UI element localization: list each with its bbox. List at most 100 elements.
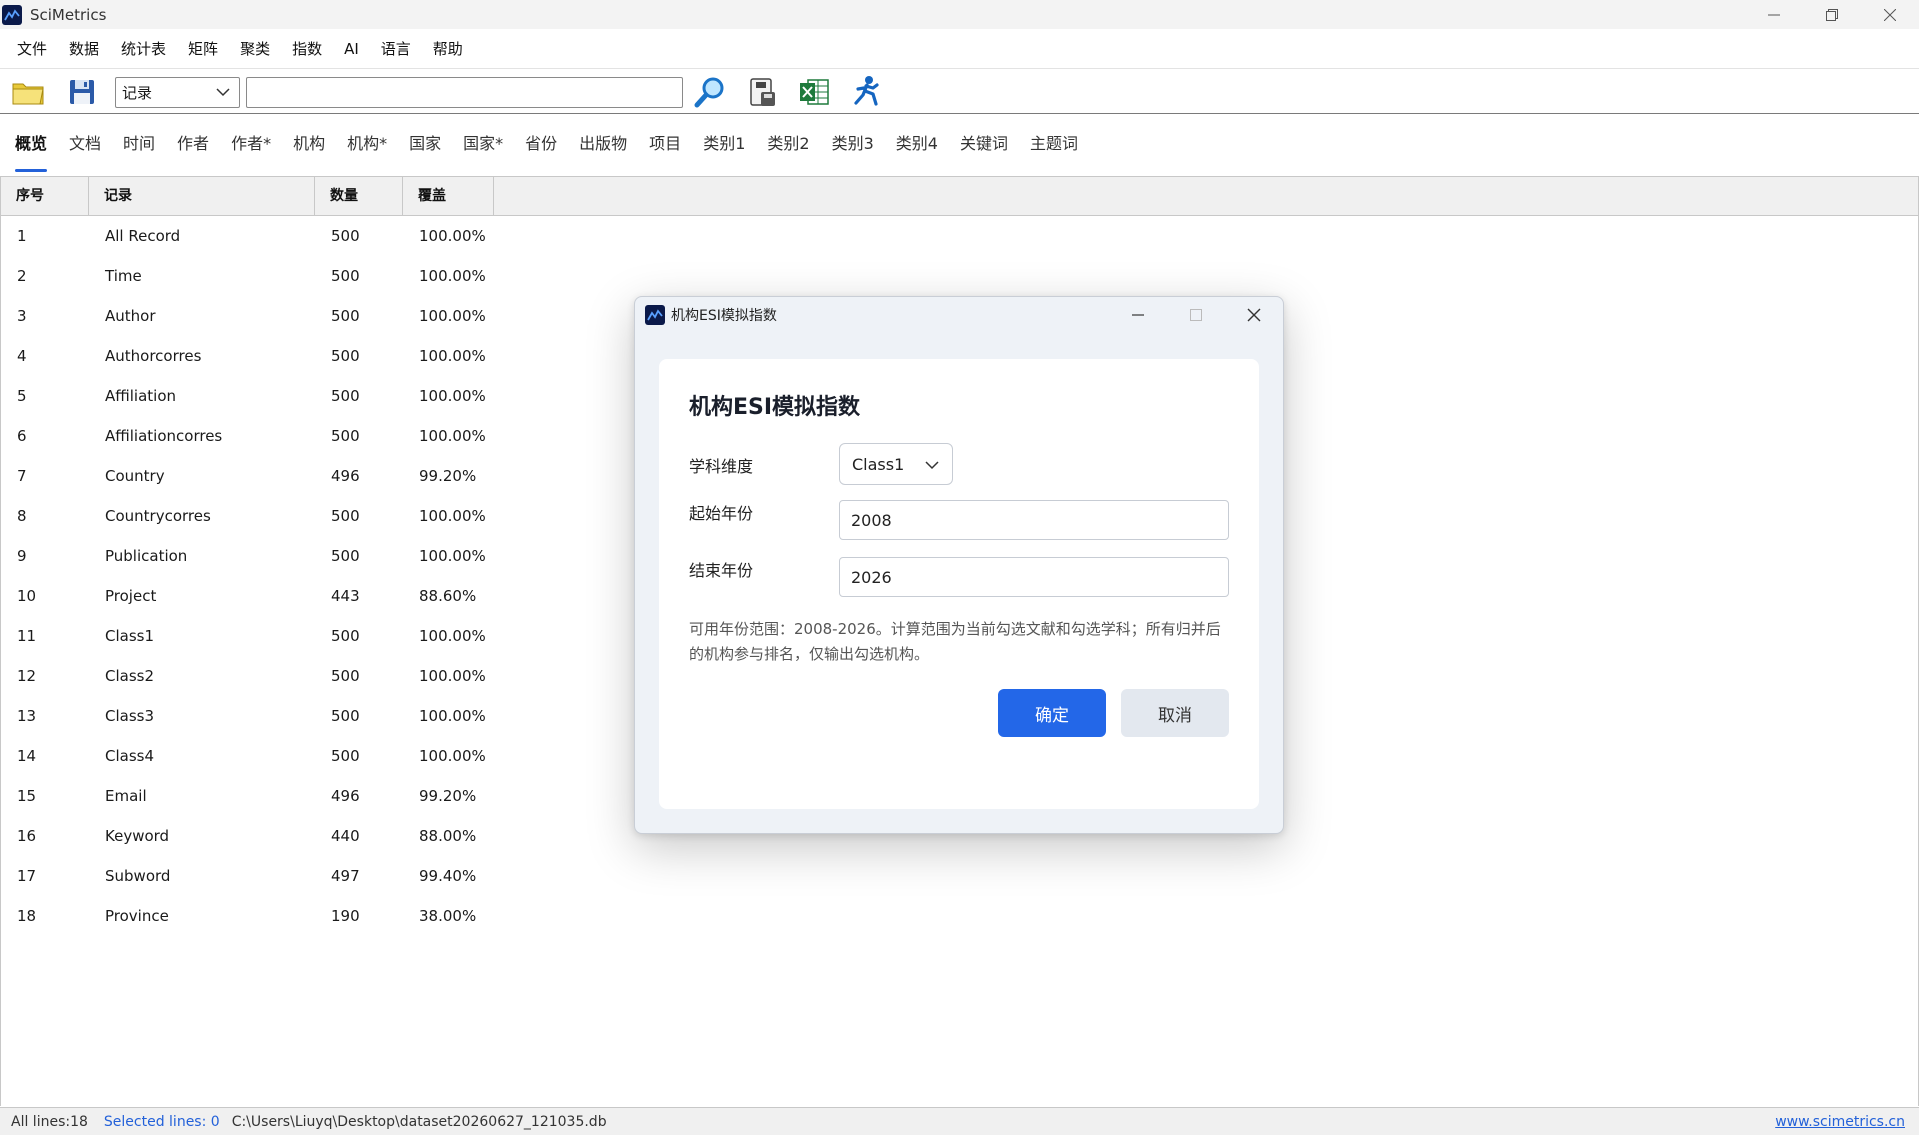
cell-coverage: 99.20% <box>419 467 477 485</box>
database-save-icon[interactable] <box>742 72 782 112</box>
tab-class1[interactable]: 类别1 <box>692 116 756 176</box>
cell-record: Class1 <box>105 627 155 645</box>
tab-publication[interactable]: 出版物 <box>568 116 638 176</box>
menu-data[interactable]: 数据 <box>58 29 110 69</box>
cell-record: Countrycorres <box>105 507 211 525</box>
title-bar: SciMetrics <box>0 0 1919 29</box>
dialog-maximize-button[interactable] <box>1167 297 1225 333</box>
cell-record: Authorcorres <box>105 347 202 365</box>
menu-matrix[interactable]: 矩阵 <box>177 29 229 69</box>
table-row[interactable]: 1 All Record 500 100.00% <box>1 216 1918 256</box>
cell-count: 500 <box>331 627 360 645</box>
run-person-icon[interactable] <box>846 72 886 112</box>
restore-icon <box>1826 8 1838 21</box>
open-folder-icon[interactable] <box>8 72 48 112</box>
minimize-button[interactable] <box>1745 0 1803 29</box>
cell-coverage: 100.00% <box>419 267 486 285</box>
cell-record: Time <box>105 267 142 285</box>
table-row[interactable]: 18 Province 190 38.00% <box>1 896 1918 936</box>
cell-count: 497 <box>331 867 360 885</box>
cell-record: Email <box>105 787 147 805</box>
website-link[interactable]: www.scimetrics.cn <box>1775 1114 1905 1130</box>
cell-index: 2 <box>17 267 27 285</box>
cell-coverage: 100.00% <box>419 387 486 405</box>
tab-overview[interactable]: 概览 <box>4 116 58 176</box>
tab-class2[interactable]: 类别2 <box>756 116 820 176</box>
table-row[interactable]: 2 Time 500 100.00% <box>1 256 1918 296</box>
tab-country-star[interactable]: 国家* <box>452 116 514 176</box>
tab-country[interactable]: 国家 <box>398 116 452 176</box>
dialog-window-controls <box>1109 297 1283 333</box>
menu-language[interactable]: 语言 <box>370 29 422 69</box>
tab-class4[interactable]: 类别4 <box>885 116 949 176</box>
tab-affiliation[interactable]: 机构 <box>282 116 336 176</box>
search-input[interactable] <box>246 77 683 108</box>
dialog-title-bar: 机构ESI模拟指数 <box>635 297 1283 333</box>
end-year-input[interactable] <box>839 557 1229 597</box>
menu-ai[interactable]: AI <box>333 29 370 69</box>
tab-keyword[interactable]: 关键词 <box>949 116 1019 176</box>
dialog-minimize-button[interactable] <box>1109 297 1167 333</box>
start-year-input[interactable] <box>839 500 1229 540</box>
search-magnifier-icon[interactable] <box>690 72 730 112</box>
restore-button[interactable] <box>1803 0 1861 29</box>
cell-coverage: 99.40% <box>419 867 477 885</box>
app-title: SciMetrics <box>30 5 107 24</box>
subject-dimension-label: 学科维度 <box>689 457 754 476</box>
tab-project[interactable]: 项目 <box>638 116 692 176</box>
cell-index: 18 <box>17 907 37 925</box>
dialog-window-title: 机构ESI模拟指数 <box>671 308 777 324</box>
cell-coverage: 100.00% <box>419 507 486 525</box>
column-header-index[interactable]: 序号 <box>1 177 89 216</box>
cell-count: 500 <box>331 707 360 725</box>
cell-count: 496 <box>331 467 360 485</box>
cell-index: 7 <box>17 467 27 485</box>
tab-documents[interactable]: 文档 <box>58 116 112 176</box>
tab-subject-word[interactable]: 主题词 <box>1019 116 1089 176</box>
cell-count: 440 <box>331 827 360 845</box>
cell-count: 496 <box>331 787 360 805</box>
tab-author[interactable]: 作者 <box>166 116 220 176</box>
year-range-note: 可用年份范围：2008-2026。计算范围为当前勾选文献和勾选学科；所有归并后的… <box>689 620 1221 663</box>
column-header-count[interactable]: 数量 <box>315 177 403 216</box>
menu-stats-table[interactable]: 统计表 <box>110 29 177 69</box>
dialog-heading: 机构ESI模拟指数 <box>689 395 861 420</box>
subject-dimension-select[interactable]: Class1 <box>839 443 953 485</box>
close-icon <box>1247 308 1261 322</box>
confirm-button[interactable]: 确定 <box>998 689 1106 737</box>
tab-time[interactable]: 时间 <box>112 116 166 176</box>
cell-index: 3 <box>17 307 27 325</box>
esi-index-dialog: 机构ESI模拟指数 机构ESI模拟指数 学科维度 Class1 起始年份 结束年… <box>634 296 1284 834</box>
tab-bar: 概览 文档 时间 作者 作者* 机构 机构* 国家 国家* 省份 出版物 项目 … <box>0 116 1919 176</box>
field-select[interactable]: 记录 <box>115 77 240 108</box>
tab-class3[interactable]: 类别3 <box>821 116 885 176</box>
chevron-down-icon <box>925 461 939 470</box>
end-year-label: 结束年份 <box>689 561 754 580</box>
tab-affiliation-star[interactable]: 机构* <box>336 116 398 176</box>
menu-file[interactable]: 文件 <box>6 29 58 69</box>
dialog-close-button[interactable] <box>1225 297 1283 333</box>
menu-cluster[interactable]: 聚类 <box>229 29 281 69</box>
menu-help[interactable]: 帮助 <box>422 29 474 69</box>
menu-index[interactable]: 指数 <box>281 29 333 69</box>
save-icon[interactable] <box>62 72 102 112</box>
maximize-icon <box>1190 309 1202 321</box>
excel-export-icon[interactable] <box>794 72 834 112</box>
column-header-record[interactable]: 记录 <box>89 177 315 216</box>
close-button[interactable] <box>1861 0 1919 29</box>
cell-index: 11 <box>17 627 37 645</box>
menu-bar: 文件 数据 统计表 矩阵 聚类 指数 AI 语言 帮助 <box>0 29 1919 69</box>
cancel-button[interactable]: 取消 <box>1121 689 1229 737</box>
cell-count: 500 <box>331 267 360 285</box>
cell-record: Subword <box>105 867 171 885</box>
cell-record: Affiliationcorres <box>105 427 223 445</box>
column-header-coverage[interactable]: 覆盖 <box>403 177 494 216</box>
status-db-path: C:\Users\Liuyq\Desktop\dataset20260627_1… <box>231 1113 607 1130</box>
cell-record: Class4 <box>105 747 155 765</box>
cell-index: 13 <box>17 707 37 725</box>
tab-province[interactable]: 省份 <box>514 116 568 176</box>
table-row[interactable]: 17 Subword 497 99.40% <box>1 856 1918 896</box>
tab-author-star[interactable]: 作者* <box>220 116 282 176</box>
cell-record: Project <box>105 587 157 605</box>
cell-index: 6 <box>17 427 27 445</box>
